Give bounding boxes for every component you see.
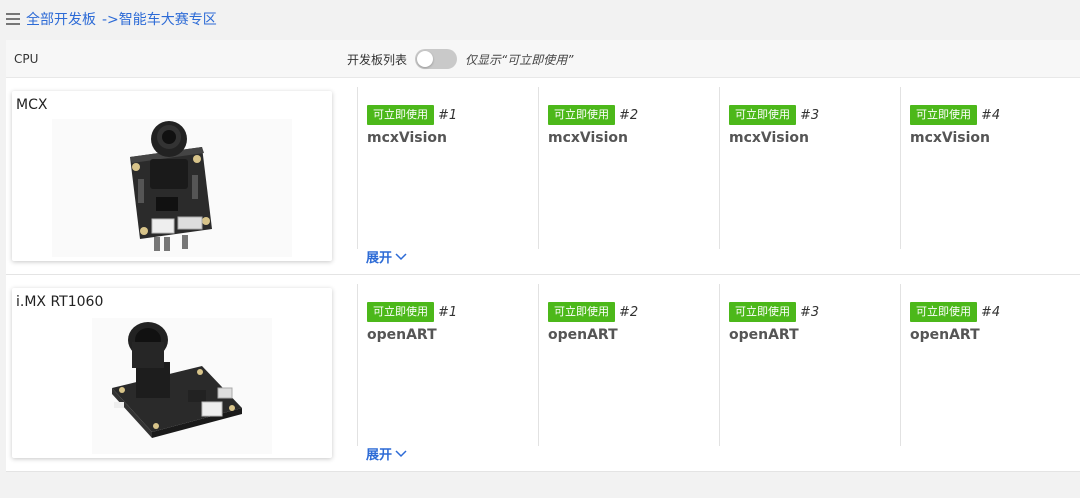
toggle-knob bbox=[417, 51, 434, 67]
board-name: openART bbox=[910, 327, 980, 343]
board-index: #2 bbox=[619, 107, 639, 123]
board-card[interactable]: 可立即使用 #4 openART bbox=[900, 284, 1080, 446]
status-badge: 可立即使用 bbox=[910, 105, 977, 125]
board-index: #2 bbox=[619, 304, 639, 320]
table-header: CPU 开发板列表 仅显示“可立即使用” bbox=[6, 40, 1080, 78]
board-name: openART bbox=[548, 327, 618, 343]
board-name: mcxVision bbox=[729, 130, 810, 146]
status-badge: 可立即使用 bbox=[367, 105, 434, 125]
breadcrumb: 全部开发板 ->智能车大赛专区 bbox=[6, 8, 217, 30]
board-list-label: 开发板列表 bbox=[347, 52, 408, 67]
board-card[interactable]: 可立即使用 #2 openART bbox=[538, 284, 719, 446]
board-index: #3 bbox=[800, 107, 820, 123]
board-index: #3 bbox=[800, 304, 820, 320]
status-badge: 可立即使用 bbox=[548, 302, 615, 322]
board-card[interactable]: 可立即使用 #1 mcxVision bbox=[357, 87, 538, 249]
board-card[interactable]: 可立即使用 #3 mcxVision bbox=[719, 87, 900, 249]
board-card[interactable]: 可立即使用 #3 openART bbox=[719, 284, 900, 446]
cpu-name: i.MX RT1060 bbox=[16, 294, 104, 310]
available-only-toggle[interactable] bbox=[415, 49, 458, 69]
status-badge: 可立即使用 bbox=[367, 302, 434, 322]
chevron-down-icon bbox=[395, 252, 407, 260]
board-name: mcxVision bbox=[548, 130, 629, 146]
breadcrumb-current[interactable]: ->智能车大赛专区 bbox=[102, 9, 217, 29]
board-card[interactable]: 可立即使用 #1 openART bbox=[357, 284, 538, 446]
breadcrumb-root-link[interactable]: 全部开发板 bbox=[26, 9, 96, 29]
board-index: #4 bbox=[981, 304, 1001, 320]
board-card[interactable]: 可立即使用 #2 mcxVision bbox=[538, 87, 719, 249]
chevron-down-icon bbox=[395, 449, 407, 457]
expand-label: 展开 bbox=[366, 448, 393, 463]
board-index: #1 bbox=[438, 107, 458, 123]
board-list-header: 开发板列表 仅显示“可立即使用” bbox=[347, 40, 573, 78]
board-index: #4 bbox=[981, 107, 1001, 123]
status-badge: 可立即使用 bbox=[729, 105, 796, 125]
cpu-card[interactable]: i.MX RT1060 bbox=[12, 288, 332, 458]
mcx-vision-board-image bbox=[52, 119, 292, 257]
status-badge: 可立即使用 bbox=[548, 105, 615, 125]
board-name: mcxVision bbox=[367, 130, 448, 146]
cpu-card[interactable]: MCX bbox=[12, 91, 332, 261]
status-badge: 可立即使用 bbox=[729, 302, 796, 322]
available-only-label: 仅显示“可立即使用” bbox=[465, 52, 574, 67]
cpu-row-imxrt1060: i.MX RT1060 可立即使用 #1 openART 可立即使用 #2 op… bbox=[6, 276, 1080, 472]
cpu-row-mcx: MCX 可立即使用 #1 mcxVision 可立即使用 #2 mcxVisio… bbox=[6, 79, 1080, 275]
board-index: #1 bbox=[438, 304, 458, 320]
status-badge: 可立即使用 bbox=[910, 302, 977, 322]
board-card[interactable]: 可立即使用 #4 mcxVision bbox=[900, 87, 1080, 249]
board-name: openART bbox=[367, 327, 437, 343]
board-name: mcxVision bbox=[910, 130, 991, 146]
expand-button[interactable]: 展开 bbox=[366, 444, 407, 463]
board-panel: CPU 开发板列表 仅显示“可立即使用” MCX 可立即使用 #1 mcxVis… bbox=[6, 40, 1080, 472]
menu-icon[interactable] bbox=[6, 13, 20, 25]
expand-button[interactable]: 展开 bbox=[366, 247, 407, 266]
openart-board-image bbox=[92, 318, 272, 454]
cpu-name: MCX bbox=[16, 97, 48, 113]
board-name: openART bbox=[729, 327, 799, 343]
expand-label: 展开 bbox=[366, 251, 393, 266]
cpu-column-header: CPU bbox=[14, 52, 39, 66]
